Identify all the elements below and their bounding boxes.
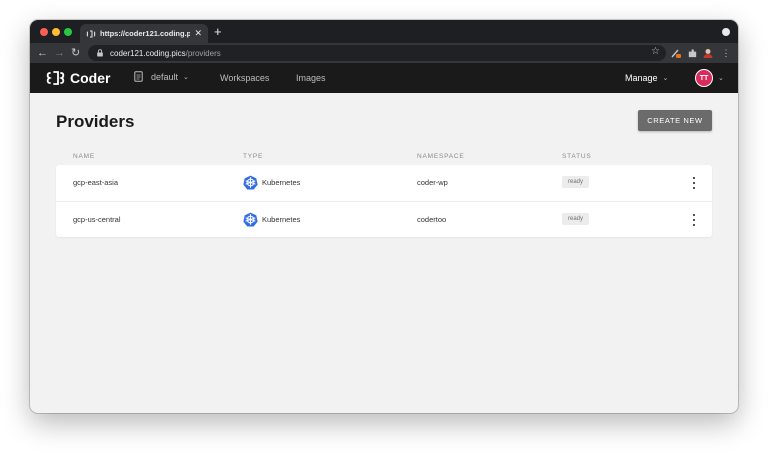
address-url: coder121.coding.pics/providers <box>110 49 221 58</box>
address-path: /providers <box>185 48 221 58</box>
chevron-down-icon: ⌄ <box>662 75 669 82</box>
forward-arrow-icon[interactable]: → <box>54 46 65 60</box>
lock-icon <box>97 49 103 57</box>
provider-name: gcp-us-central <box>73 215 121 224</box>
coder-favicon-icon <box>86 30 96 37</box>
provider-type-label: Kubernetes <box>262 178 301 187</box>
extension-pen-icon[interactable] <box>670 47 682 59</box>
extensions-puzzle-icon[interactable] <box>686 47 698 59</box>
provider-namespace: codertoo <box>417 215 447 224</box>
provider-namespace: coder-wp <box>417 178 448 187</box>
document-icon <box>134 71 143 82</box>
table-row[interactable]: gcp-us-central Kubernetes codertoo ready <box>56 201 712 237</box>
address-host: coder121.coding.pics <box>110 48 186 58</box>
browser-toolbar: ← → ↻ coder121.coding.pics/providers ☆ ⋮ <box>30 43 738 63</box>
logo-text: Coder <box>70 70 111 86</box>
manage-label: Manage <box>625 73 658 83</box>
browser-profile-icon[interactable] <box>722 28 730 36</box>
status-badge: ready <box>562 213 590 225</box>
minimize-window-button[interactable] <box>52 28 60 36</box>
tab-title: https://coder121.coding.pics/p <box>100 29 191 38</box>
provider-type-label: Kubernetes <box>262 215 301 224</box>
provider-name: gcp-east-asia <box>73 178 119 187</box>
tab-strip: https://coder121.coding.pics/p ✕ + <box>30 20 738 43</box>
extension-avatar-icon[interactable] <box>702 47 714 59</box>
column-header-type: TYPE <box>243 153 264 160</box>
org-name: default <box>151 71 179 82</box>
kubernetes-icon <box>243 212 258 227</box>
manage-menu[interactable]: Manage ⌄ <box>625 73 668 83</box>
provider-type: Kubernetes <box>243 212 300 227</box>
zoom-window-button[interactable] <box>64 28 72 36</box>
create-new-button[interactable]: CREATE NEW <box>638 110 712 131</box>
coder-logo-icon <box>46 71 65 85</box>
provider-type: Kubernetes <box>243 175 300 190</box>
more-vertical-icon[interactable] <box>688 213 700 227</box>
reload-icon[interactable]: ↻ <box>71 46 80 60</box>
new-tab-icon[interactable]: + <box>214 24 222 39</box>
tab-close-icon[interactable]: ✕ <box>194 28 202 39</box>
chevron-down-icon[interactable]: ⌄ <box>718 74 724 82</box>
page-title: Providers <box>56 112 135 131</box>
avatar-initials: TT <box>699 74 709 82</box>
back-arrow-icon[interactable]: ← <box>37 46 48 60</box>
browser-window: https://coder121.coding.pics/p ✕ + ← → ↻… <box>30 20 738 413</box>
bookmark-star-icon[interactable]: ☆ <box>651 46 660 57</box>
nav-workspaces[interactable]: Workspaces <box>220 73 269 83</box>
org-selector[interactable]: default ⌄ <box>134 71 189 82</box>
chevron-down-icon: ⌄ <box>183 73 189 81</box>
browser-tab[interactable]: https://coder121.coding.pics/p ✕ <box>80 24 208 43</box>
column-header-namespace: NAMESPACE <box>417 153 465 160</box>
column-header-status: STATUS <box>562 153 592 160</box>
browser-menu-icon[interactable]: ⋮ <box>720 47 732 59</box>
table-row[interactable]: gcp-east-asia Kubernetes coder-wp ready <box>56 165 712 201</box>
status-badge: ready <box>562 176 590 188</box>
user-avatar[interactable]: TT <box>695 69 713 87</box>
app-header: Coder default ⌄ Workspaces Images Manage… <box>30 63 738 93</box>
coder-logo[interactable]: Coder <box>46 69 110 87</box>
address-bar[interactable]: coder121.coding.pics/providers ☆ <box>88 45 666 61</box>
nav-images[interactable]: Images <box>296 73 326 83</box>
more-vertical-icon[interactable] <box>688 176 700 190</box>
kubernetes-icon <box>243 175 258 190</box>
close-window-button[interactable] <box>40 28 48 36</box>
column-header-name: NAME <box>73 153 95 160</box>
providers-table: gcp-east-asia Kubernetes coder-wp ready <box>56 165 712 237</box>
